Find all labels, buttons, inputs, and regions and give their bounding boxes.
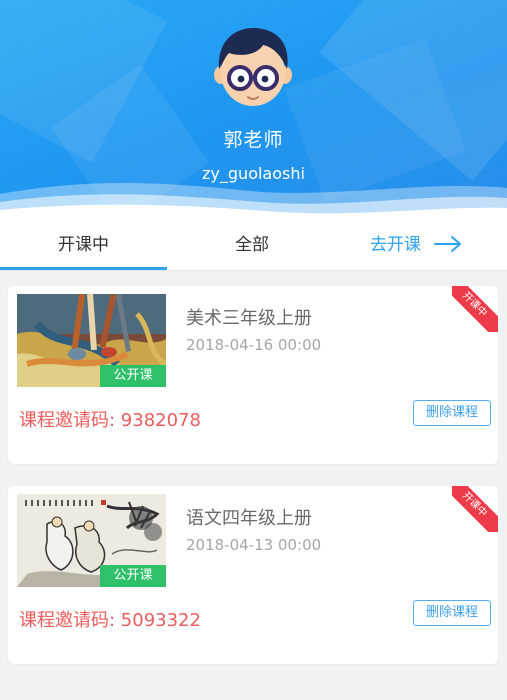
teacher-name: 郭老师 bbox=[223, 129, 284, 151]
status-ribbon: 开课中 bbox=[452, 286, 498, 332]
invite-code: 课程邀请码: 9382078 bbox=[19, 410, 201, 431]
course-title: 美术三年级上册 bbox=[186, 308, 312, 329]
delete-course-button[interactable]: 删除课程 bbox=[413, 400, 491, 426]
course-title: 语文四年级上册 bbox=[186, 508, 312, 529]
start-course-label: 去开课 bbox=[370, 235, 421, 255]
start-course-link[interactable]: 去开课 bbox=[370, 222, 500, 268]
delete-course-button[interactable]: 删除课程 bbox=[413, 600, 491, 626]
profile-header: 郭老师 zy_guolaoshi bbox=[0, 0, 507, 222]
teacher-avatar-icon[interactable] bbox=[211, 25, 295, 109]
course-date: 2018-04-13 00:00 bbox=[186, 536, 322, 554]
status-ribbon-label: 开课中 bbox=[452, 486, 498, 532]
course-card[interactable]: 公开课 美术三年级上册 2018-04-16 00:00 课程邀请码: 9382… bbox=[8, 286, 498, 464]
course-thumbnail: 公开课 bbox=[17, 294, 166, 387]
course-thumbnail: 公开课 bbox=[17, 494, 166, 587]
public-course-badge: 公开课 bbox=[100, 365, 166, 387]
course-tabs: 开课中 全部 去开课 bbox=[0, 222, 507, 271]
tab-all[interactable]: 全部 bbox=[167, 222, 337, 268]
status-ribbon-label: 开课中 bbox=[452, 286, 498, 332]
course-date: 2018-04-16 00:00 bbox=[186, 336, 322, 354]
public-course-badge: 公开课 bbox=[100, 565, 166, 587]
header-wave bbox=[0, 183, 507, 222]
course-card[interactable]: 公开课 语文四年级上册 2018-04-13 00:00 课程邀请码: 5093… bbox=[8, 486, 498, 664]
status-ribbon: 开课中 bbox=[452, 486, 498, 532]
tab-ongoing[interactable]: 开课中 bbox=[0, 222, 167, 270]
invite-code: 课程邀请码: 5093322 bbox=[19, 610, 201, 631]
arrow-right-icon bbox=[434, 235, 462, 252]
